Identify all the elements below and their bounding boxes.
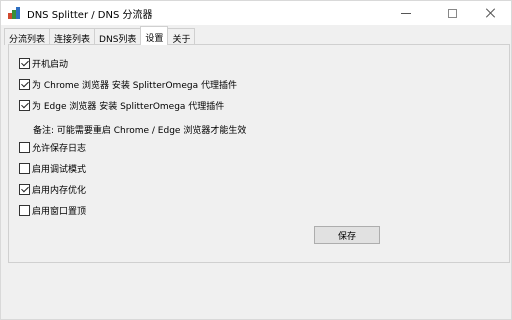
minimize-icon — [401, 12, 411, 14]
chrome-plugin-option[interactable]: 为 Chrome 浏览器 安装 SplitterOmega 代理插件 — [19, 78, 237, 91]
debug-mode-option[interactable]: 启用调试模式 — [19, 162, 86, 175]
tab-settings[interactable]: 设置 — [140, 26, 169, 45]
autostart-checkbox[interactable] — [19, 58, 30, 69]
autostart-label: 开机启动 — [32, 60, 69, 70]
memory-opt-label: 启用内存优化 — [32, 186, 87, 196]
app-icon — [8, 7, 20, 19]
window-title: DNS Splitter / DNS 分流器 — [27, 10, 153, 21]
memory-opt-checkbox[interactable] — [19, 184, 30, 195]
memory-opt-option[interactable]: 启用内存优化 — [19, 183, 86, 196]
chrome-plugin-label: 为 Chrome 浏览器 安装 SplitterOmega 代理插件 — [32, 81, 237, 91]
save-button[interactable]: 保存 — [314, 226, 380, 244]
always-on-top-checkbox[interactable] — [19, 205, 30, 216]
always-on-top-label: 启用窗口置顶 — [32, 207, 87, 217]
tab-about[interactable]: 关于 — [167, 28, 196, 45]
restart-note: 备注: 可能需要重启 Chrome / Edge 浏览器才能生效 — [33, 126, 247, 136]
autostart-option[interactable]: 开机启动 — [19, 57, 68, 70]
settings-panel: 开机启动 为 Chrome 浏览器 安装 SplitterOmega 代理插件 … — [8, 44, 510, 263]
close-icon — [486, 8, 496, 18]
minimize-button[interactable] — [383, 1, 429, 25]
close-button[interactable] — [471, 1, 511, 25]
edge-plugin-label: 为 Edge 浏览器 安装 SplitterOmega 代理插件 — [32, 102, 225, 112]
save-log-checkbox[interactable] — [19, 142, 30, 153]
tab-split-list[interactable]: 分流列表 — [4, 28, 51, 45]
edge-plugin-checkbox[interactable] — [19, 100, 30, 111]
always-on-top-option[interactable]: 启用窗口置顶 — [19, 204, 86, 217]
debug-mode-label: 启用调试模式 — [32, 165, 87, 175]
window-footer — [8, 263, 510, 319]
save-log-label: 允许保存日志 — [32, 144, 87, 154]
maximize-icon — [447, 8, 457, 18]
tab-bar: 分流列表 连接列表 DNS列表 设置 关于 — [4, 26, 196, 45]
chrome-plugin-checkbox[interactable] — [19, 79, 30, 90]
title-bar: DNS Splitter / DNS 分流器 — [1, 1, 511, 25]
save-log-option[interactable]: 允许保存日志 — [19, 141, 86, 154]
tab-dns-list[interactable]: DNS列表 — [94, 28, 142, 45]
edge-plugin-option[interactable]: 为 Edge 浏览器 安装 SplitterOmega 代理插件 — [19, 99, 224, 112]
debug-mode-checkbox[interactable] — [19, 163, 30, 174]
app-window: DNS Splitter / DNS 分流器 分流列表 连接列表 DNS列表 设… — [0, 0, 512, 320]
maximize-button[interactable] — [429, 1, 475, 25]
tab-connection-list[interactable]: 连接列表 — [49, 28, 96, 45]
